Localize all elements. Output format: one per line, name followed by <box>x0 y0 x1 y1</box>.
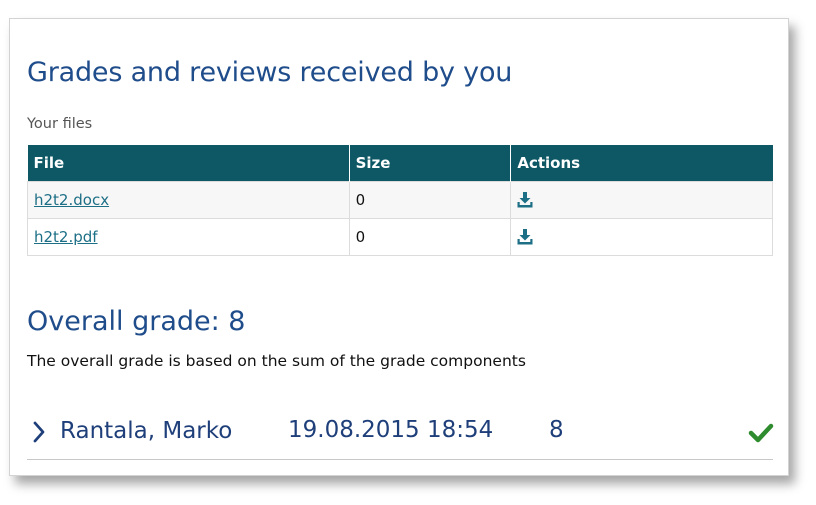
file-link[interactable]: h2t2.docx <box>34 191 109 209</box>
actions-cell <box>510 217 773 256</box>
files-table-header: File Size Actions <box>27 145 773 181</box>
download-icon[interactable] <box>517 192 533 208</box>
grades-card: Grades and reviews received by you Your … <box>9 18 789 476</box>
actions-cell <box>510 180 773 219</box>
file-cell: h2t2.pdf <box>27 217 350 256</box>
reviewer-name: Rantala, Marko <box>60 418 233 444</box>
table-row: h2t2.docx 0 <box>27 180 773 219</box>
table-row: h2t2.pdf 0 <box>27 217 773 256</box>
chevron-right-icon[interactable] <box>32 421 46 443</box>
page-title: Grades and reviews received by you <box>27 57 513 88</box>
file-cell: h2t2.docx <box>27 180 350 219</box>
overall-grade-heading: Overall grade: 8 <box>27 306 246 337</box>
files-section-label: Your files <box>27 116 93 132</box>
files-table: File Size Actions h2t2.docx 0 h2t2.pdf 0 <box>27 145 773 256</box>
column-header-actions: Actions <box>510 145 773 181</box>
review-grade: 8 <box>549 417 564 443</box>
column-header-file: File <box>27 145 350 181</box>
review-row[interactable]: Rantala, Marko 19.08.2015 18:54 8 <box>27 409 774 460</box>
file-link[interactable]: h2t2.pdf <box>34 228 98 246</box>
column-header-size: Size <box>349 145 512 181</box>
review-date: 19.08.2015 18:54 <box>288 417 494 443</box>
overall-grade-description: The overall grade is based on the sum of… <box>27 352 526 370</box>
check-icon <box>748 422 774 444</box>
download-icon[interactable] <box>517 229 533 245</box>
size-cell: 0 <box>348 217 512 256</box>
size-cell: 0 <box>348 180 512 219</box>
